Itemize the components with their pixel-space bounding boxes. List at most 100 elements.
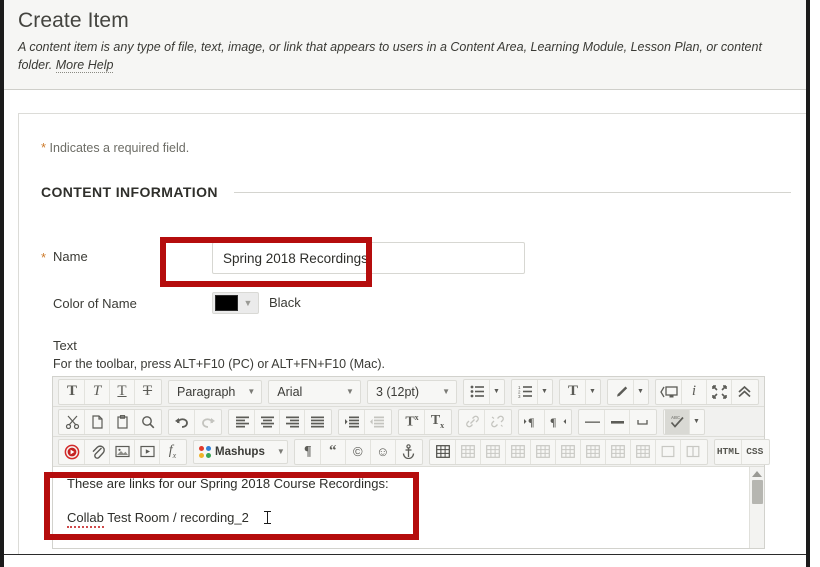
mashups-chevron-icon[interactable]: ▼ (277, 447, 285, 456)
editor-toolbar-row-3: fx Mashups ▼ ¶ “ © ☺ HTML CSS (53, 437, 770, 467)
indent-icon[interactable] (340, 409, 365, 434)
attach-file-icon[interactable] (85, 439, 110, 464)
bullet-list-icon[interactable] (465, 379, 490, 404)
insert-image-icon[interactable] (110, 439, 135, 464)
outdent-icon[interactable] (365, 410, 390, 434)
mashups-icon (199, 445, 211, 458)
ltr-icon[interactable]: ¶ (520, 409, 545, 434)
table-cell-properties-icon[interactable] (481, 439, 506, 464)
section-heading-rule (233, 191, 791, 193)
strikethrough-icon[interactable]: T (135, 380, 160, 404)
spellcheck-chevron-icon[interactable]: ▼ (690, 410, 703, 434)
text-color-icon[interactable]: T (561, 379, 586, 404)
split-cell-icon[interactable] (681, 440, 706, 464)
insert-video-icon[interactable] (135, 439, 160, 464)
font-family-value: Arial (277, 384, 303, 399)
align-right-icon[interactable] (280, 409, 305, 434)
create-item-page: Create Item A content item is any type o… (0, 0, 820, 567)
page-header: Create Item A content item is any type o… (4, 0, 806, 90)
color-picker-button[interactable]: ▼ (212, 292, 259, 314)
spellcheck-icon[interactable]: ABC (665, 409, 690, 434)
bold-icon[interactable]: T (60, 379, 85, 404)
spellcheck-button-group: ABC ▼ (663, 408, 705, 435)
remove-link-icon[interactable] (485, 410, 510, 434)
show-paragraph-marks-icon[interactable]: ¶ (296, 439, 321, 464)
merge-cells-icon[interactable] (656, 439, 681, 464)
paragraph-format-select[interactable]: Paragraph ▼ (168, 379, 263, 404)
record-icon[interactable] (60, 439, 85, 464)
html-source-button[interactable]: HTML (716, 439, 742, 464)
insert-row-after-icon[interactable] (531, 439, 556, 464)
delete-column-icon[interactable] (631, 439, 656, 464)
color-of-name-row: Color of Name ▼ Black (41, 292, 781, 318)
paste-icon[interactable] (110, 409, 135, 434)
rule-button-group (578, 408, 657, 435)
cut-icon[interactable] (60, 409, 85, 434)
scrollbar-thumb[interactable] (751, 480, 763, 504)
copy-icon[interactable] (85, 409, 110, 434)
superscript-icon[interactable]: Tx (400, 409, 425, 434)
insert-column-before-icon[interactable] (581, 439, 606, 464)
emoticon-icon[interactable]: ☺ (371, 439, 396, 464)
insert-table-icon[interactable] (431, 439, 456, 464)
font-family-select[interactable]: Arial ▼ (268, 379, 361, 404)
page-break-icon[interactable] (605, 409, 630, 434)
text-color-chevron-icon[interactable]: ▼ (586, 380, 599, 404)
svg-text:3: 3 (518, 394, 521, 398)
horizontal-rule-icon[interactable] (580, 409, 605, 434)
numbered-list-options-chevron-icon[interactable]: ▼ (538, 380, 551, 404)
highlight-color-icon[interactable] (609, 379, 634, 404)
insert-link-icon[interactable] (460, 409, 485, 434)
name-field-row: * Name (41, 242, 781, 276)
bullet-list-options-chevron-icon[interactable]: ▼ (490, 380, 503, 404)
page-footer-space (4, 555, 806, 567)
redo-icon[interactable] (195, 410, 220, 434)
fullscreen-icon[interactable] (707, 379, 732, 404)
copyright-icon[interactable]: © (346, 439, 371, 464)
delete-row-icon[interactable] (556, 439, 581, 464)
table-row-properties-icon[interactable] (456, 439, 481, 464)
chevron-down-icon[interactable]: ▼ (239, 294, 257, 312)
more-help-link[interactable]: More Help (55, 58, 114, 73)
editor-content-area[interactable]: These are links for our Spring 2018 Cour… (53, 467, 764, 548)
name-field-label: Name (53, 249, 88, 264)
rich-text-editor: T T T T Paragraph ▼ Arial ▼ 3 (12pt) ▼ ▼… (52, 376, 770, 549)
italic-icon[interactable]: T (85, 379, 110, 404)
collapse-toolbar-icon[interactable] (732, 380, 757, 404)
editor-line-1: These are links for our Spring 2018 Cour… (67, 476, 389, 491)
blockquote-icon[interactable]: “ (321, 439, 346, 464)
name-input[interactable] (212, 242, 525, 274)
highlight-color-button-group: ▼ (607, 378, 649, 405)
nonbreaking-space-icon[interactable] (630, 410, 655, 434)
numbered-list-icon[interactable]: 1 2 3 (513, 379, 538, 404)
misspelled-word: Collab (67, 510, 104, 528)
find-replace-icon[interactable] (135, 410, 160, 434)
chevron-down-icon: ▼ (346, 387, 354, 396)
css-source-button[interactable]: CSS (742, 440, 768, 464)
align-justify-icon[interactable] (305, 410, 330, 434)
subscript-icon[interactable]: Tx (425, 410, 450, 434)
font-size-select[interactable]: 3 (12pt) ▼ (366, 379, 457, 404)
math-formula-icon[interactable]: fx (160, 440, 185, 464)
content-information-header: CONTENT INFORMATION (41, 184, 791, 200)
align-center-icon[interactable] (255, 409, 280, 434)
font-size-value: 3 (12pt) (375, 384, 420, 399)
preview-icon[interactable] (657, 379, 682, 404)
scroll-up-arrow-icon[interactable] (752, 471, 762, 477)
align-left-icon[interactable] (230, 409, 255, 434)
insert-misc-button-group: ¶ “ © ☺ (293, 438, 423, 465)
mashups-button[interactable]: Mashups ▼ (193, 439, 288, 464)
insert-row-before-icon[interactable] (506, 439, 531, 464)
highlight-color-chevron-icon[interactable]: ▼ (634, 380, 647, 404)
editor-toolbar-row-1: T T T T Paragraph ▼ Arial ▼ 3 (12pt) ▼ ▼… (53, 377, 764, 407)
underline-icon[interactable]: T (110, 379, 135, 404)
rtl-icon[interactable]: ¶ (545, 410, 570, 434)
svg-text:ABC: ABC (671, 415, 680, 420)
indent-button-group (338, 408, 392, 435)
undo-icon[interactable] (170, 409, 195, 434)
info-icon[interactable]: i (682, 379, 707, 404)
link-button-group (458, 408, 512, 435)
anchor-icon[interactable] (396, 440, 421, 464)
insert-column-after-icon[interactable] (606, 439, 631, 464)
editor-scrollbar[interactable] (749, 467, 764, 548)
